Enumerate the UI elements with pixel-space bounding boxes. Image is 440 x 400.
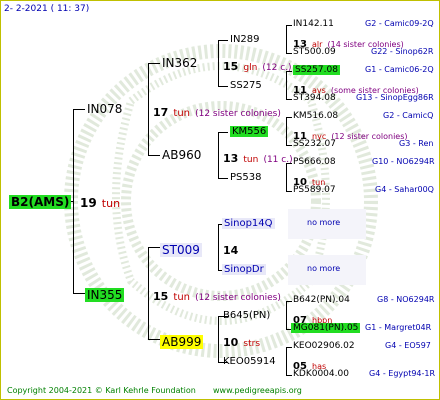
queen-year-in355: 15 tun (12 sister colonies)	[153, 290, 281, 303]
queen-info: G1 - Camic06-2Q	[365, 65, 434, 74]
connector	[148, 247, 160, 248]
queen-info: G2 - Camic09-2Q	[365, 19, 434, 28]
queen-in362[interactable]: IN362	[162, 57, 197, 69]
queen-info: G4 - Sahar00Q	[375, 185, 434, 194]
queen-ss275[interactable]: SS275	[230, 81, 262, 91]
queen-year-in078: 17 tun (12 sister colonies)	[153, 106, 281, 119]
queen-km516-08[interactable]: KM516.08	[293, 112, 338, 121]
queen-year-ab960: 13 tun (11 c.)	[223, 152, 293, 165]
connector	[148, 63, 149, 155]
queen-year-ab999: 10 strs	[223, 336, 261, 349]
queen-in355[interactable]: IN355	[85, 286, 125, 302]
connector	[286, 301, 292, 302]
connector	[286, 347, 292, 348]
queen-ab999[interactable]: AB999	[160, 333, 204, 349]
connector	[148, 63, 160, 64]
connector	[286, 117, 287, 145]
queen-info: G4 - EO597	[385, 341, 431, 350]
connector	[218, 40, 228, 41]
queen-info: G4 - Egypt94-1R	[369, 369, 436, 378]
queen-ab960[interactable]: AB960	[162, 149, 201, 161]
connector	[286, 301, 287, 329]
queen-info: G10 - NO6294R	[372, 157, 435, 166]
queen-in142-11[interactable]: IN142.11	[293, 20, 334, 29]
queen-ss232-07[interactable]: SS232.07	[293, 140, 336, 149]
connector	[73, 109, 74, 293]
footer-copyright: Copyright 2004-2021 © Karl Kehrle Founda…	[7, 386, 196, 395]
queen-keo05914[interactable]: KEO05914	[223, 357, 276, 367]
queen-ps666-08[interactable]: PS666.08	[293, 158, 336, 167]
queen-keo02906-02[interactable]: KEO02906.02	[293, 342, 355, 351]
queen-st009[interactable]: ST009	[160, 241, 202, 257]
queen-b2ams[interactable]: B2(AMS)	[9, 193, 72, 209]
connector	[286, 347, 287, 375]
connector	[286, 99, 292, 100]
queen-st394-08[interactable]: ST394.08	[293, 94, 336, 103]
queen-name: B2(AMS)	[9, 195, 72, 209]
pedigree-chart: 2- 2-2021 ( 11: 37) B2(AMS) 19 tun IN078…	[0, 0, 440, 400]
connector	[286, 71, 287, 99]
connector	[286, 191, 292, 192]
queen-in289[interactable]: IN289	[230, 35, 260, 45]
connector	[286, 53, 292, 54]
queen-b642pn-04[interactable]: B642(PN).04	[293, 296, 350, 305]
queen-info: G3 - Ren	[399, 139, 434, 148]
connector	[73, 293, 85, 294]
connector	[218, 40, 219, 86]
connector	[218, 132, 219, 178]
connector	[286, 25, 287, 53]
queen-year-b2ams: 19 tun	[80, 196, 121, 210]
queen-st500-09[interactable]: ST500.09	[293, 48, 336, 57]
connector	[286, 375, 292, 376]
queen-info: G1 - Margret04R	[365, 323, 432, 332]
connector	[148, 247, 149, 339]
queen-sinopdr[interactable]: SinopDr	[222, 264, 266, 275]
queen-in078[interactable]: IN078	[87, 103, 122, 115]
connector	[148, 155, 160, 156]
connector	[286, 117, 292, 118]
queen-sinop14q[interactable]: Sinop14Q	[222, 218, 275, 229]
connector	[218, 86, 228, 87]
queen-ss257-08[interactable]: SS257.08	[293, 65, 340, 75]
connector	[148, 339, 160, 340]
queen-info: G13 - SinopEgg86R	[356, 93, 434, 102]
connector	[73, 109, 85, 110]
connector	[286, 163, 287, 191]
queen-ps589-07[interactable]: PS589.07	[293, 186, 336, 195]
connector	[218, 316, 219, 362]
queen-mg081pn-05[interactable]: MG081(PN).05	[291, 323, 361, 333]
queen-info: G2 - CamicQ	[383, 111, 434, 120]
queen-kdk0004-00[interactable]: KDK0004.00	[293, 370, 349, 379]
queen-year-st009: 14	[223, 244, 239, 257]
queen-info: G22 - Sinop62R	[371, 47, 434, 56]
no-more-label: no more	[307, 264, 341, 273]
queen-b645pn[interactable]: B645(PN)	[223, 311, 270, 321]
queen-km556[interactable]: KM556	[230, 126, 269, 137]
header-date: 2- 2-2021 ( 11: 37)	[4, 4, 90, 14]
connector	[286, 145, 292, 146]
connector	[218, 178, 228, 179]
footer-website-link[interactable]: www.pedigreeapis.org	[213, 387, 302, 395]
connector	[286, 25, 292, 26]
queen-ps538[interactable]: PS538	[230, 173, 261, 183]
queen-year-in362: 15 gln (12 c.)	[223, 60, 292, 73]
connector	[218, 132, 228, 133]
no-more-label: no more	[307, 218, 341, 227]
queen-info: G8 - NO6294R	[377, 295, 435, 304]
connector	[218, 224, 219, 270]
